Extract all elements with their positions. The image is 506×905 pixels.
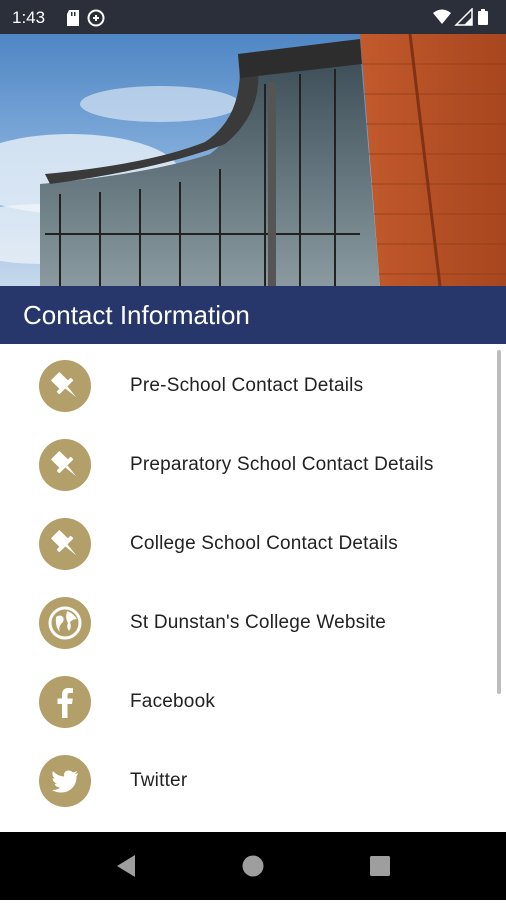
scrollbar[interactable] xyxy=(497,350,501,694)
list-item-website[interactable]: St Dunstan's College Website xyxy=(0,581,496,660)
list-item-label: Pre-School Contact Details xyxy=(130,375,364,396)
navigation-bar xyxy=(0,832,506,900)
status-icons-left xyxy=(66,9,116,32)
facebook-icon xyxy=(39,676,91,728)
sd-card-icon xyxy=(67,10,79,26)
list-item-label: Facebook xyxy=(130,691,216,712)
status-icons-right xyxy=(432,7,496,31)
college-building-photo xyxy=(0,34,506,286)
contact-list[interactable]: Pre-School Contact Details Preparatory S… xyxy=(0,344,506,832)
hero-image xyxy=(0,34,506,286)
list-item-twitter[interactable]: Twitter xyxy=(0,739,496,818)
home-icon[interactable] xyxy=(242,855,264,877)
wifi-icon xyxy=(433,9,451,24)
status-bar: 1:43 xyxy=(0,0,506,34)
section-header: Contact Information xyxy=(0,286,506,344)
list-item-label: Preparatory School Contact Details xyxy=(130,454,434,475)
list-item-label: College School Contact Details xyxy=(130,533,398,554)
list-item-pre-school[interactable]: Pre-School Contact Details xyxy=(0,344,496,423)
pin-icon xyxy=(39,518,91,570)
battery-icon xyxy=(478,9,488,25)
page-title: Contact Information xyxy=(23,300,250,330)
list-item-facebook[interactable]: Facebook xyxy=(0,660,496,739)
cellular-signal-icon xyxy=(454,7,473,26)
list-item-preparatory-school[interactable]: Preparatory School Contact Details xyxy=(0,423,496,502)
list-item-college-school[interactable]: College School Contact Details xyxy=(0,502,496,581)
list-item-label: St Dunstan's College Website xyxy=(130,612,387,633)
list-item-label: Twitter xyxy=(130,770,188,791)
status-time: 1:43 xyxy=(12,8,46,27)
recents-icon[interactable] xyxy=(370,856,390,876)
globe-icon xyxy=(39,597,91,649)
pin-icon xyxy=(39,439,91,491)
pin-icon xyxy=(39,360,91,412)
back-icon[interactable] xyxy=(117,855,135,877)
list-item-partial[interactable] xyxy=(0,818,496,832)
twitter-icon xyxy=(39,755,91,807)
data-saver-icon xyxy=(87,9,105,27)
